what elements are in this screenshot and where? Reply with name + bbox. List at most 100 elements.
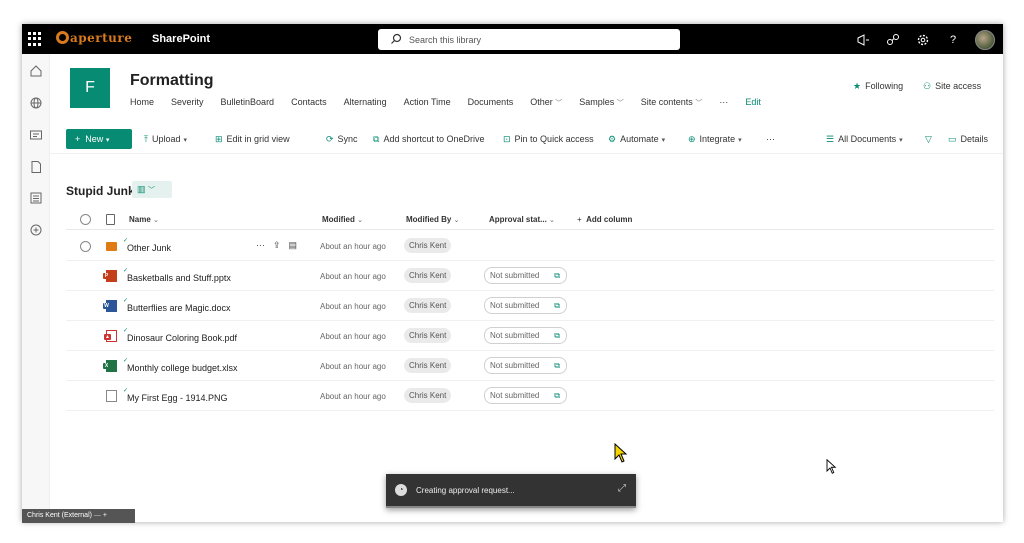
- user-avatar[interactable]: [975, 30, 995, 50]
- modified-value: About an hour ago: [320, 392, 386, 401]
- globe-icon[interactable]: [29, 96, 43, 110]
- file-name-link[interactable]: ✓ Dinosaur Coloring Book.pdf: [123, 328, 237, 343]
- modified-by-persona[interactable]: Chris Kent: [404, 268, 452, 283]
- table-row[interactable]: ▲ ✓ Dinosaur Coloring Book.pdf About an h…: [66, 321, 994, 351]
- approval-status-pill[interactable]: Not submitted ⧉: [484, 387, 567, 404]
- site-access-button[interactable]: ⚇ Site access: [923, 81, 981, 92]
- open-external-icon[interactable]: ⧉: [554, 388, 560, 403]
- site-logo[interactable]: F: [70, 68, 110, 108]
- approval-status-pill[interactable]: Not submitted ⧉: [484, 297, 567, 314]
- megaphone-icon[interactable]: [855, 33, 871, 47]
- site-navigation: Home Severity BulletinBoard Contacts Alt…: [130, 97, 778, 108]
- file-type-icon[interactable]: [106, 214, 115, 225]
- home-icon[interactable]: [29, 64, 43, 78]
- open-external-icon[interactable]: ⧉: [554, 298, 560, 313]
- details-button[interactable]: ▭ Details: [948, 134, 988, 145]
- view-switcher[interactable]: ☰ All Documents ▾: [826, 134, 903, 145]
- approval-status-pill[interactable]: Not submitted ⧉: [484, 327, 567, 344]
- open-external-icon[interactable]: ⧉: [554, 358, 560, 373]
- nav-other[interactable]: Other ﹀: [530, 97, 562, 108]
- modified-by-persona[interactable]: Chris Kent: [404, 358, 452, 373]
- following-button[interactable]: ★ Following: [853, 81, 903, 92]
- modified-value: About an hour ago: [320, 242, 386, 251]
- table-row[interactable]: ✓ Other Junk ··· ⇪ ▤ About an hour ago Ch…: [66, 231, 994, 261]
- library-view-chip[interactable]: ▥ ﹀: [132, 181, 172, 198]
- table-row[interactable]: ✓ My First Egg - 1914.PNG About an hour a…: [66, 381, 994, 411]
- table-row[interactable]: W ✓ Butterflies are Magic.docx About an h…: [66, 291, 994, 321]
- automate-button[interactable]: ⚙ Automate ▾: [608, 134, 665, 145]
- minimize-icon[interactable]: —: [94, 512, 101, 519]
- nav-severity[interactable]: Severity: [171, 97, 204, 108]
- nav-documents[interactable]: Documents: [468, 97, 514, 108]
- app-name[interactable]: SharePoint: [152, 33, 210, 45]
- add-shortcut-button[interactable]: ⧉ Add shortcut to OneDrive: [373, 134, 485, 145]
- file-name-link[interactable]: ✓ Butterflies are Magic.docx: [123, 298, 231, 313]
- modified-by-persona[interactable]: Chris Kent: [404, 328, 452, 343]
- col-name[interactable]: Name ⌄: [129, 215, 159, 224]
- share-icon[interactable]: ⇪: [273, 240, 281, 251]
- nav-bulletinboard[interactable]: BulletinBoard: [221, 97, 275, 108]
- company-logo[interactable]: aperture: [56, 31, 132, 45]
- nav-alternating[interactable]: Alternating: [344, 97, 387, 108]
- open-external-icon[interactable]: ⧉: [554, 268, 560, 283]
- edit-grid-button[interactable]: ⊞ Edit in grid view: [215, 134, 290, 145]
- plus-icon[interactable]: +: [103, 512, 107, 519]
- file-name-link[interactable]: ✓ Other Junk: [123, 238, 171, 253]
- shortcut-icon: ⧉: [373, 134, 380, 144]
- more-icon[interactable]: ···: [256, 240, 265, 251]
- table-row[interactable]: P ✓ Basketballs and Stuff.pptx About an h…: [66, 261, 994, 291]
- nav-contacts[interactable]: Contacts: [291, 97, 327, 108]
- chevron-down-icon: ﹀: [616, 100, 624, 107]
- sync-button[interactable]: ⟳ Sync: [326, 134, 358, 145]
- lists-icon[interactable]: [29, 191, 43, 205]
- col-approval[interactable]: Approval stat... ⌄: [489, 215, 555, 224]
- sync-icon: ⟳: [326, 134, 334, 144]
- nav-home[interactable]: Home: [130, 97, 154, 108]
- toast-progress-bar: [386, 506, 636, 508]
- new-button[interactable]: + New ▾: [66, 129, 132, 149]
- nav-more[interactable]: ···: [719, 97, 728, 108]
- gear-icon[interactable]: [915, 33, 931, 47]
- pin-quick-access-button[interactable]: ⊡ Pin to Quick access: [503, 134, 594, 145]
- col-modified-by[interactable]: Modified By ⌄: [406, 215, 459, 224]
- nav-action-time[interactable]: Action Time: [404, 97, 451, 108]
- library-title[interactable]: Stupid Junk: [66, 184, 135, 198]
- add-column-button[interactable]: + Add column: [577, 215, 632, 224]
- folder-icon: [106, 242, 117, 251]
- expand-icon[interactable]: ⤢: [618, 483, 626, 494]
- file-name-link[interactable]: ✓ My First Egg - 1914.PNG: [123, 388, 228, 403]
- automate-icon: ⚙: [608, 134, 617, 144]
- nav-site-contents[interactable]: Site contents ﹀: [641, 97, 703, 108]
- recording-status-bar: Chris Kent (External) — +: [22, 509, 135, 523]
- upload-button[interactable]: ⤒ Upload ▾: [144, 134, 187, 145]
- help-icon[interactable]: ?: [945, 34, 961, 46]
- files-icon[interactable]: [29, 160, 43, 174]
- search-box[interactable]: Search this library: [378, 29, 680, 50]
- site-title[interactable]: Formatting: [130, 72, 214, 90]
- modified-by-persona[interactable]: Chris Kent: [404, 388, 452, 403]
- filter-button[interactable]: ▽: [925, 134, 936, 145]
- nav-edit[interactable]: Edit: [745, 97, 761, 108]
- file-name-link[interactable]: ✓ Monthly college budget.xlsx: [123, 358, 238, 373]
- row-select-checkbox[interactable]: [80, 241, 91, 252]
- open-external-icon[interactable]: ⧉: [554, 328, 560, 343]
- app-launcher-icon[interactable]: [28, 32, 42, 46]
- row-actions: ··· ⇪ ▤: [256, 240, 297, 251]
- modified-by-persona[interactable]: Chris Kent: [404, 238, 452, 253]
- nav-samples[interactable]: Samples ﹀: [579, 97, 624, 108]
- network-icon[interactable]: [885, 33, 901, 47]
- approval-status-pill[interactable]: Not submitted ⧉: [484, 357, 567, 374]
- file-name-link[interactable]: ✓ Basketballs and Stuff.pptx: [123, 268, 231, 283]
- approval-status-pill[interactable]: Not submitted ⧉: [484, 267, 567, 284]
- modified-by-persona[interactable]: Chris Kent: [404, 298, 452, 313]
- col-modified[interactable]: Modified ⌄: [322, 215, 363, 224]
- comment-icon[interactable]: ▤: [289, 240, 298, 251]
- integrate-button[interactable]: ⊕ Integrate ▾: [688, 134, 742, 145]
- create-icon[interactable]: [29, 223, 43, 237]
- select-all-checkbox[interactable]: [80, 214, 91, 225]
- news-icon[interactable]: [29, 128, 43, 142]
- sharepoint-window: aperture SharePoint Search this library …: [22, 24, 1003, 522]
- more-commands-button[interactable]: ···: [766, 134, 775, 144]
- table-row[interactable]: X ✓ Monthly college budget.xlsx About an …: [66, 351, 994, 381]
- chevron-down-icon: ﹀: [555, 100, 563, 107]
